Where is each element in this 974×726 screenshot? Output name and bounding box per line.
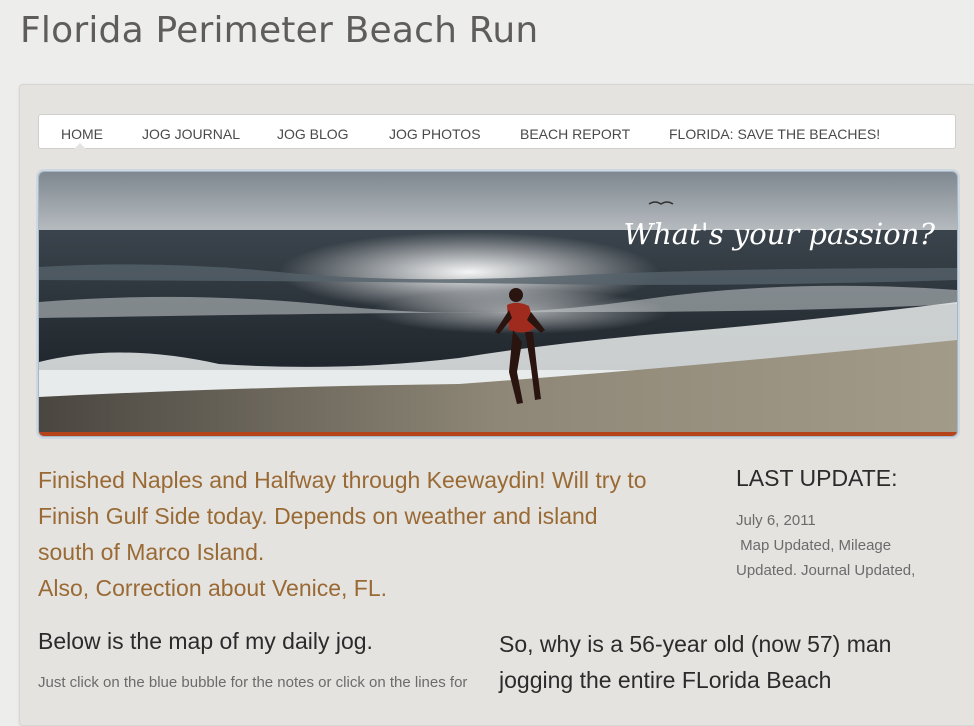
nav-item-home[interactable]: HOME <box>61 126 103 142</box>
lead-line: south of Marco Island. <box>38 539 265 565</box>
last-update-body: July 6, 2011 Map Updated, Mileage Update… <box>736 508 946 583</box>
why-line: jogging the entire FLorida Beach <box>499 667 832 693</box>
nav-item-jog-photos[interactable]: JOG PHOTOS <box>389 126 481 142</box>
lead-line: Finished Naples and Halfway through Keew… <box>38 467 647 493</box>
map-instructions: Just click on the blue bubble for the no… <box>38 674 468 691</box>
banner-tagline: What's your passion? <box>623 217 935 251</box>
active-nav-indicator <box>74 143 86 149</box>
site-title[interactable]: Florida Perimeter Beach Run <box>20 10 538 51</box>
lead-line: Finish Gulf Side today. Depends on weath… <box>38 503 598 529</box>
update-line: Map Updated, Mileage <box>736 537 892 554</box>
update-line: Updated. Journal Updated, <box>736 562 916 579</box>
main-nav: HOME JOG JOURNAL JOG BLOG JOG PHOTOS BEA… <box>38 114 956 149</box>
update-date: July 6, 2011 <box>736 512 816 529</box>
nav-item-beach-report[interactable]: BEACH REPORT <box>520 126 630 142</box>
nav-item-jog-journal[interactable]: JOG JOURNAL <box>142 126 240 142</box>
nav-item-save-the-beaches[interactable]: FLORIDA: SAVE THE BEACHES! <box>669 126 880 142</box>
nav-item-jog-blog[interactable]: JOG BLOG <box>277 126 349 142</box>
header-banner: What's your passion? <box>38 171 958 437</box>
lead-announcement: Finished Naples and Halfway through Keew… <box>38 462 708 606</box>
why-line: So, why is a 56-year old (now 57) man <box>499 631 892 657</box>
beach-runner-image: What's your passion? <box>39 172 957 436</box>
map-heading: Below is the map of my daily jog. <box>38 628 373 654</box>
why-section: So, why is a 56-year old (now 57) man jo… <box>499 626 959 698</box>
last-update-heading: LAST UPDATE: <box>736 465 898 491</box>
lead-line: Also, Correction about Venice, FL. <box>38 575 388 601</box>
